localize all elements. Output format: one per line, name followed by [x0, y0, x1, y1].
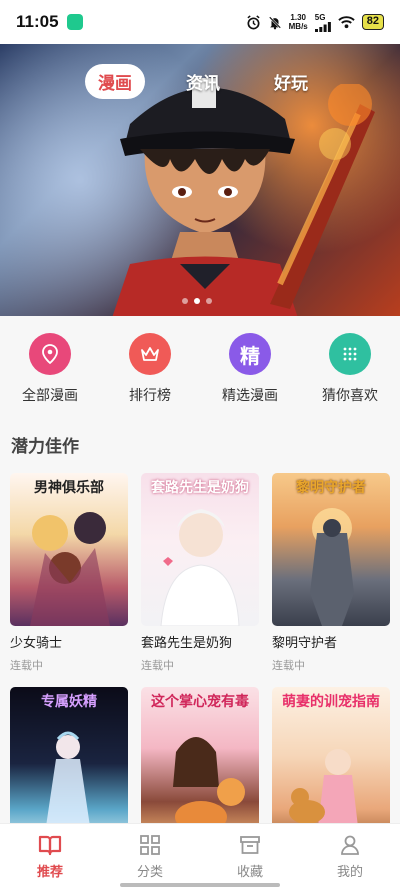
comic-cover[interactable]: 专属妖精 [10, 687, 128, 840]
cover-art [289, 749, 358, 827]
nav-label: 猜你喜欢 [322, 387, 378, 403]
battery-indicator: 82 [361, 14, 384, 30]
comic-grid: 男神俱乐部 少女骑士 连载中 套路先生是奶狗 套路先生是奶狗 连载中 黎明守护者… [10, 473, 390, 840]
tab-profile[interactable]: 我的 [310, 834, 390, 889]
comic-card[interactable]: 男神俱乐部 少女骑士 连载中 [10, 473, 128, 673]
comic-name[interactable]: 少女骑士 [10, 632, 128, 651]
comic-card[interactable]: 专属妖精 [10, 687, 128, 840]
tab-label: 推荐 [36, 864, 63, 879]
jing-icon: 精 [229, 333, 271, 375]
net-speed: 1.30 MB/s [289, 13, 308, 31]
cover-art [173, 737, 245, 833]
quick-nav: 全部漫画 排行榜 精 精选漫画 猜你喜欢 [0, 316, 400, 416]
nav-label: 排行榜 [129, 387, 171, 403]
cell-signal: 5G [314, 12, 331, 32]
alarm-icon [247, 14, 260, 29]
comic-cover[interactable]: 萌妻的训宠指南 [272, 687, 390, 840]
net-speed-value: 1.30 [290, 13, 306, 22]
grid-icon [140, 835, 160, 855]
nav-recommend[interactable]: 猜你喜欢 [305, 333, 395, 416]
comic-card[interactable]: 这个掌心宠有毒 [141, 687, 259, 840]
comic-name[interactable]: 套路先生是奶狗 [141, 632, 259, 651]
comic-cover[interactable]: 套路先生是奶狗 [141, 473, 259, 626]
hero-banner[interactable]: 漫画 资讯 好玩 [0, 44, 400, 316]
comic-status: 连载中 [272, 660, 305, 672]
carousel-indicator[interactable] [182, 298, 212, 304]
book-open-icon [38, 835, 62, 856]
archive-box-icon [240, 836, 260, 854]
comic-cover[interactable]: 男神俱乐部 [10, 473, 128, 626]
dot-grid-icon [329, 333, 371, 375]
tab-manhua[interactable]: 漫画 [85, 64, 145, 99]
carousel-dot-active[interactable] [194, 298, 200, 304]
comic-card[interactable]: 萌妻的训宠指南 [272, 687, 390, 840]
nav-featured[interactable]: 精 精选漫画 [205, 333, 295, 416]
cover-art [30, 512, 110, 626]
tab-label: 我的 [336, 864, 363, 879]
banner-tabs: 漫画 资讯 好玩 [0, 64, 400, 99]
wifi-icon [338, 16, 355, 29]
tab-category[interactable]: 分类 [110, 834, 190, 889]
tab-fun[interactable]: 好玩 [261, 64, 321, 99]
comic-status: 连载中 [10, 660, 43, 672]
carousel-dot[interactable] [206, 298, 212, 304]
tab-news[interactable]: 资讯 [173, 64, 233, 99]
tab-label: 收藏 [236, 864, 263, 879]
flaming-bat-illustration [270, 84, 375, 309]
cell-signal-icon [314, 21, 331, 32]
user-icon [341, 835, 359, 855]
status-bar: 11:05 1.30 MB/s 5G 82 [0, 0, 400, 44]
status-icons: 1.30 MB/s 5G 82 [246, 13, 384, 32]
comic-cover[interactable]: 黎明守护者 [272, 473, 390, 626]
app-notification-icon [66, 14, 83, 30]
comic-name[interactable]: 黎明守护者 [272, 632, 390, 651]
comic-card[interactable]: 黎明守护者 黎明守护者 连载中 [272, 473, 390, 673]
tab-favorites[interactable]: 收藏 [210, 834, 290, 889]
tab-recommend[interactable]: 推荐 [10, 834, 90, 889]
cover-art [44, 731, 92, 840]
nav-all-comics[interactable]: 全部漫画 [5, 333, 95, 416]
status-time: 11:05 [16, 12, 59, 31]
nav-label: 全部漫画 [22, 387, 78, 403]
crown-icon [129, 333, 171, 375]
cover-art [310, 508, 354, 626]
location-pin-icon [29, 333, 71, 375]
comic-status: 连载中 [141, 660, 174, 672]
home-indicator[interactable] [120, 883, 280, 887]
carousel-dot[interactable] [182, 298, 188, 304]
bottom-tab-bar: 推荐 分类 收藏 我的 [0, 823, 400, 889]
section-title: 潜力佳作 [11, 437, 79, 456]
signal-label: 5G [314, 12, 326, 22]
mute-bell-icon [268, 15, 281, 29]
nav-label: 精选漫画 [222, 387, 278, 403]
cover-art [160, 509, 240, 626]
comic-cover[interactable]: 这个掌心宠有毒 [141, 687, 259, 840]
tab-label: 分类 [136, 864, 163, 879]
comic-card[interactable]: 套路先生是奶狗 套路先生是奶狗 连载中 [141, 473, 259, 673]
net-speed-unit: MB/s [288, 22, 308, 31]
nav-ranking[interactable]: 排行榜 [105, 333, 195, 416]
